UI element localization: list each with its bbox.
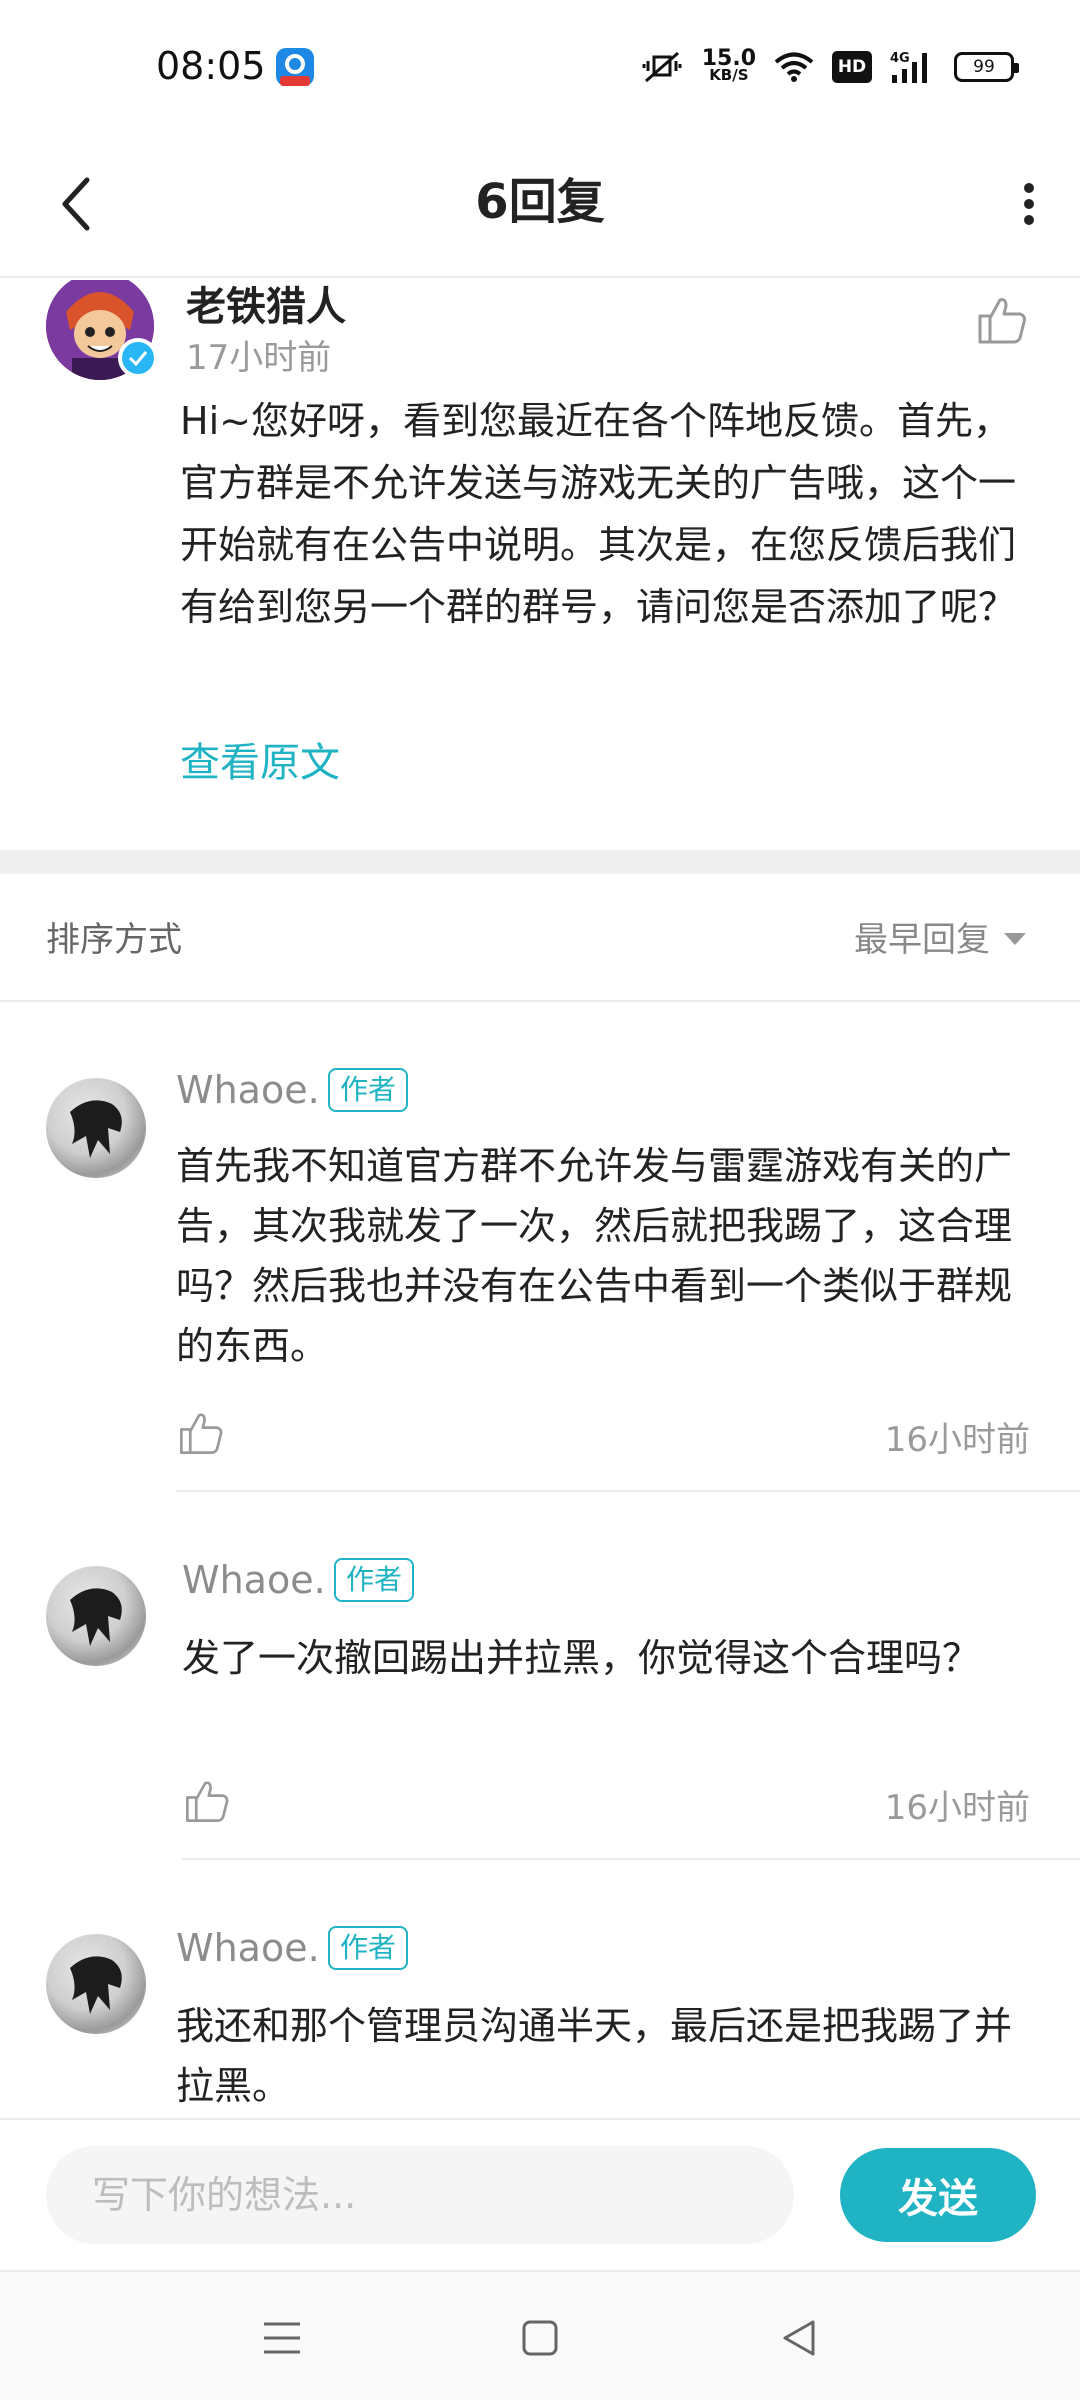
caret-down-icon: [1004, 932, 1026, 945]
comment-username[interactable]: 老铁猎人: [186, 280, 346, 332]
network-speed: 15.0 KB/S: [701, 46, 756, 84]
more-vertical-icon[interactable]: [1004, 170, 1054, 238]
reply-item: Whaoe. 作者 我还和那个管理员沟通半天，最后还是把我踢了并拉黑。: [0, 1866, 1080, 2118]
section-divider: [0, 850, 1080, 874]
battery-icon: 99: [954, 52, 1019, 82]
back-triangle-icon[interactable]: [768, 2308, 828, 2368]
signal-icon: 4G: [890, 51, 927, 83]
sort-label: 排序方式: [46, 920, 182, 960]
comment-input[interactable]: [46, 2146, 794, 2244]
title-bar: 6回复: [0, 130, 1080, 278]
comment-body: Hi~您好呀，看到您最近在各个阵地反馈。首先，官方群是不允许发送与游戏无关的广告…: [180, 399, 1017, 629]
speed-value: 15.0: [701, 46, 756, 71]
mute-vibrate-icon: [642, 51, 682, 83]
wifi-icon: [774, 52, 814, 82]
thumbs-up-icon[interactable]: [182, 1776, 232, 1826]
status-icons: 15.0 KB/S HD 4G 99: [640, 44, 1019, 90]
reply-username[interactable]: Whaoe.: [176, 1068, 320, 1112]
page-title: 6回复: [475, 174, 605, 230]
status-time: 08:05: [156, 44, 266, 88]
app-notification-icon: [276, 48, 314, 86]
comment-time: 17小时前: [186, 338, 332, 378]
reply-item: Whaoe. 作者 首先我不知道官方群不允许发与雷霆游戏有关的广告，其次我就发了…: [0, 1002, 1080, 1498]
reply-divider: [182, 1858, 1080, 1860]
reply-item: Whaoe. 作者 发了一次撤回踢出并拉黑，你觉得这个合理吗？ 16小时前: [0, 1498, 1080, 1866]
author-tag: 作者: [334, 1558, 415, 1602]
avatar[interactable]: [46, 1934, 146, 2034]
send-button[interactable]: 发送: [840, 2148, 1036, 2242]
avatar[interactable]: [46, 1566, 146, 1666]
reply-text: 我还和那个管理员沟通半天，最后还是把我踢了并拉黑。: [176, 2004, 1013, 2108]
thumbs-up-icon[interactable]: [176, 1408, 226, 1458]
menu-icon[interactable]: [252, 2308, 312, 2368]
verified-icon: [118, 338, 158, 378]
reply-time: 16小时前: [884, 1788, 1030, 1828]
hd-icon: HD: [832, 51, 872, 83]
original-comment: 老铁猎人 17小时前 Hi~您好呀，看到您最近在各个阵地反馈。首先，官方群是不允…: [0, 280, 1080, 850]
avatar[interactable]: [46, 1078, 146, 1178]
system-nav-bar: [0, 2270, 1080, 2400]
speed-unit: KB/S: [709, 66, 749, 84]
sort-dropdown[interactable]: 最早回复: [854, 912, 1026, 961]
view-original-link[interactable]: 查看原文: [180, 730, 340, 788]
home-icon[interactable]: [510, 2308, 570, 2368]
reply-text: 发了一次撤回踢出并拉黑，你觉得这个合理吗？: [182, 1636, 981, 1680]
reply-username[interactable]: Whaoe.: [182, 1558, 326, 1602]
author-tag: 作者: [328, 1926, 409, 1970]
sort-row: 排序方式 最早回复: [0, 874, 1080, 1002]
composer-bar: 发送: [0, 2118, 1080, 2270]
reply-username[interactable]: Whaoe.: [176, 1926, 320, 1970]
reply-divider: [176, 1490, 1080, 1492]
svg-text:4G: 4G: [890, 51, 910, 66]
reply-time: 16小时前: [884, 1420, 1030, 1460]
sort-selected: 最早回复: [854, 920, 990, 960]
thumbs-up-icon[interactable]: [974, 292, 1030, 348]
status-bar: 08:05 15.0 KB/S HD 4G 99: [0, 0, 1080, 130]
author-tag: 作者: [328, 1068, 409, 1112]
reply-text: 首先我不知道官方群不允许发与雷霆游戏有关的广告，其次我就发了一次，然后就把我踢了…: [176, 1144, 1013, 1368]
